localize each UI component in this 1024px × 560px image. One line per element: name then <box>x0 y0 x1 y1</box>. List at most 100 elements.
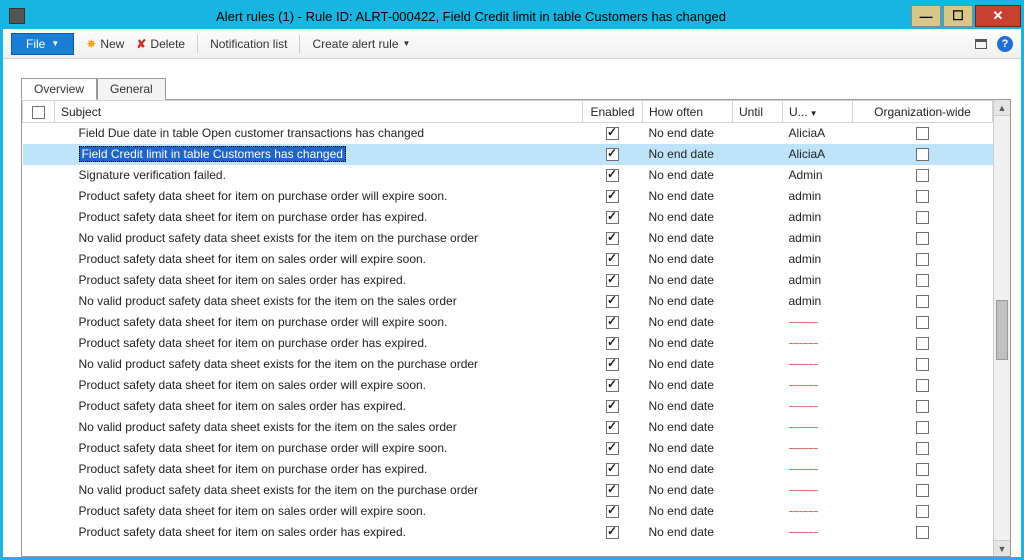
table-row[interactable]: No valid product safety data sheet exist… <box>23 228 993 249</box>
cell-org[interactable] <box>853 291 993 312</box>
cell-org[interactable] <box>853 123 993 144</box>
table-row[interactable]: Product safety data sheet for item on pu… <box>23 459 993 480</box>
cell-org[interactable] <box>853 249 993 270</box>
cell-org[interactable] <box>853 333 993 354</box>
minimize-button[interactable]: — <box>911 5 941 27</box>
cell-org[interactable] <box>853 438 993 459</box>
cell-enabled[interactable] <box>583 459 643 480</box>
org-checkbox[interactable] <box>916 379 929 392</box>
scroll-up-icon[interactable]: ▲ <box>994 100 1010 116</box>
table-row[interactable]: Product safety data sheet for item on sa… <box>23 270 993 291</box>
cell-org[interactable] <box>853 270 993 291</box>
org-checkbox[interactable] <box>916 463 929 476</box>
cell-org[interactable] <box>853 522 993 543</box>
column-header-subject[interactable]: Subject <box>55 101 583 123</box>
cell-org[interactable] <box>853 501 993 522</box>
enabled-checkbox[interactable] <box>606 232 619 245</box>
notification-list-button[interactable]: Notification list <box>210 37 287 51</box>
cell-enabled[interactable] <box>583 396 643 417</box>
table-row[interactable]: Product safety data sheet for item on sa… <box>23 501 993 522</box>
org-checkbox[interactable] <box>916 421 929 434</box>
cell-org[interactable] <box>853 459 993 480</box>
scroll-down-icon[interactable]: ▼ <box>994 540 1010 556</box>
cell-org[interactable] <box>853 207 993 228</box>
table-row[interactable]: Product safety data sheet for item on pu… <box>23 186 993 207</box>
enabled-checkbox[interactable] <box>606 316 619 329</box>
cell-subject[interactable]: Product safety data sheet for item on pu… <box>55 459 583 480</box>
org-checkbox[interactable] <box>916 295 929 308</box>
cell-enabled[interactable] <box>583 375 643 396</box>
column-header-org[interactable]: Organization-wide <box>853 101 993 123</box>
enabled-checkbox[interactable] <box>606 295 619 308</box>
cell-subject[interactable]: No valid product safety data sheet exist… <box>55 480 583 501</box>
cell-subject[interactable]: No valid product safety data sheet exist… <box>55 291 583 312</box>
org-checkbox[interactable] <box>916 211 929 224</box>
enabled-checkbox[interactable] <box>606 337 619 350</box>
enabled-checkbox[interactable] <box>606 253 619 266</box>
cell-enabled[interactable] <box>583 186 643 207</box>
cell-subject[interactable]: Product safety data sheet for item on pu… <box>55 312 583 333</box>
cell-org[interactable] <box>853 480 993 501</box>
cell-org[interactable] <box>853 375 993 396</box>
cell-org[interactable] <box>853 396 993 417</box>
cell-subject[interactable]: Product safety data sheet for item on sa… <box>55 501 583 522</box>
cell-subject[interactable]: No valid product safety data sheet exist… <box>55 228 583 249</box>
cell-org[interactable] <box>853 417 993 438</box>
cell-subject[interactable]: Product safety data sheet for item on sa… <box>55 249 583 270</box>
cell-enabled[interactable] <box>583 354 643 375</box>
table-row[interactable]: Field Credit limit in table Customers ha… <box>23 144 993 165</box>
cell-org[interactable] <box>853 186 993 207</box>
cell-subject[interactable]: No valid product safety data sheet exist… <box>55 354 583 375</box>
table-row[interactable]: Field Due date in table Open customer tr… <box>23 123 993 144</box>
cell-subject[interactable]: Product safety data sheet for item on sa… <box>55 396 583 417</box>
cell-enabled[interactable] <box>583 480 643 501</box>
cell-subject[interactable]: Field Credit limit in table Customers ha… <box>55 144 583 165</box>
vertical-scrollbar[interactable]: ▲ ▼ <box>993 100 1010 556</box>
enabled-checkbox[interactable] <box>606 505 619 518</box>
enabled-checkbox[interactable] <box>606 484 619 497</box>
org-checkbox[interactable] <box>916 169 929 182</box>
column-header-checkbox[interactable] <box>23 101 55 123</box>
cell-enabled[interactable] <box>583 438 643 459</box>
file-menu-button[interactable]: File ▼ <box>11 33 74 55</box>
column-header-user[interactable]: U...▼ <box>783 101 853 123</box>
cell-subject[interactable]: Product safety data sheet for item on sa… <box>55 375 583 396</box>
table-row[interactable]: Product safety data sheet for item on sa… <box>23 522 993 543</box>
cell-org[interactable] <box>853 165 993 186</box>
cell-enabled[interactable] <box>583 291 643 312</box>
cell-subject[interactable]: Field Due date in table Open customer tr… <box>55 123 583 144</box>
tab-overview[interactable]: Overview <box>21 78 97 100</box>
cell-subject[interactable]: Signature verification failed. <box>55 165 583 186</box>
enabled-checkbox[interactable] <box>606 274 619 287</box>
table-row[interactable]: No valid product safety data sheet exist… <box>23 417 993 438</box>
new-button[interactable]: ✸ New <box>86 37 124 51</box>
cell-subject[interactable]: Product safety data sheet for item on sa… <box>55 270 583 291</box>
table-row[interactable]: Product safety data sheet for item on sa… <box>23 375 993 396</box>
close-button[interactable]: ✕ <box>975 5 1021 27</box>
org-checkbox[interactable] <box>916 505 929 518</box>
org-checkbox[interactable] <box>916 232 929 245</box>
org-checkbox[interactable] <box>916 400 929 413</box>
org-checkbox[interactable] <box>916 442 929 455</box>
cell-org[interactable] <box>853 228 993 249</box>
enabled-checkbox[interactable] <box>606 442 619 455</box>
org-checkbox[interactable] <box>916 190 929 203</box>
cell-subject[interactable]: Product safety data sheet for item on pu… <box>55 207 583 228</box>
cell-subject[interactable]: Product safety data sheet for item on pu… <box>55 186 583 207</box>
cell-org[interactable] <box>853 354 993 375</box>
enabled-checkbox[interactable] <box>606 526 619 539</box>
enabled-checkbox[interactable] <box>606 421 619 434</box>
cell-subject[interactable]: Product safety data sheet for item on pu… <box>55 438 583 459</box>
create-alert-rule-button[interactable]: Create alert rule ▼ <box>312 37 410 51</box>
table-row[interactable]: No valid product safety data sheet exist… <box>23 291 993 312</box>
cell-subject[interactable]: Product safety data sheet for item on sa… <box>55 522 583 543</box>
org-checkbox[interactable] <box>916 253 929 266</box>
enabled-checkbox[interactable] <box>606 190 619 203</box>
cell-enabled[interactable] <box>583 165 643 186</box>
cell-enabled[interactable] <box>583 312 643 333</box>
enabled-checkbox[interactable] <box>606 169 619 182</box>
org-checkbox[interactable] <box>916 148 929 161</box>
table-row[interactable]: Product safety data sheet for item on pu… <box>23 312 993 333</box>
table-row[interactable]: Product safety data sheet for item on sa… <box>23 396 993 417</box>
org-checkbox[interactable] <box>916 337 929 350</box>
